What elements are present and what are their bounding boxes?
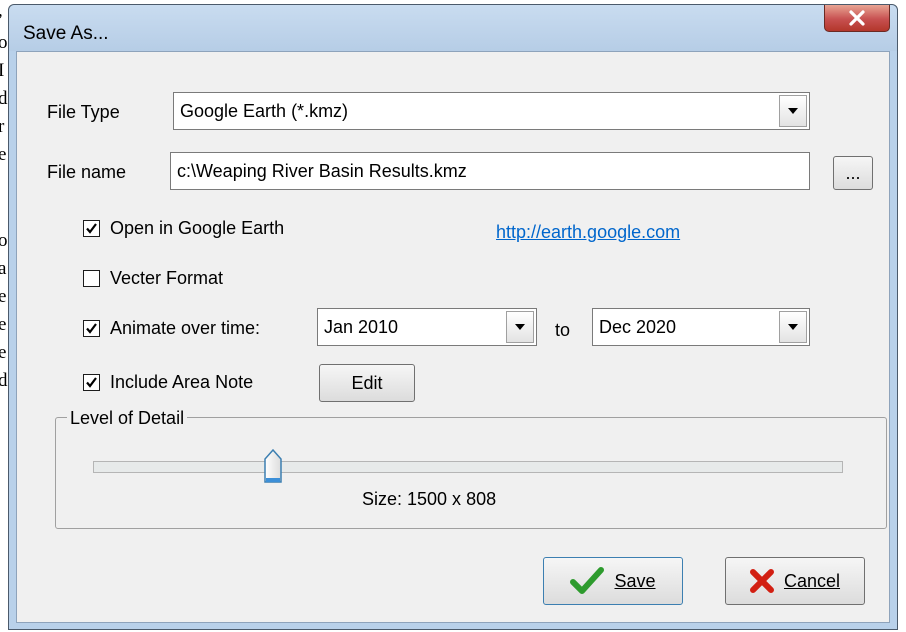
- animate-to-dropdown-button[interactable]: [779, 311, 807, 343]
- file-name-field[interactable]: [170, 152, 810, 190]
- bg-char: d: [0, 370, 8, 391]
- size-text: Size: 1500 x 808: [362, 489, 497, 509]
- bg-char: e: [0, 144, 7, 165]
- checkmark-small-icon: [86, 223, 97, 234]
- file-name-input[interactable]: [171, 153, 809, 189]
- file-name-label: File name: [47, 162, 127, 182]
- bg-char: d: [0, 88, 8, 109]
- level-of-detail-title: Level of Detail: [67, 408, 188, 429]
- animate-to-select[interactable]: Dec 2020: [592, 308, 810, 346]
- chevron-down-icon: [788, 324, 798, 330]
- title-bar[interactable]: Save As...: [9, 5, 897, 51]
- close-button[interactable]: [824, 5, 890, 32]
- checkmark-small-icon: [86, 323, 97, 334]
- bg-char: o: [0, 230, 8, 251]
- save-as-dialog: Save As... File Type Google Earth (*.kmz…: [8, 4, 898, 630]
- dialog-body: File Type Google Earth (*.kmz) File name…: [16, 51, 890, 623]
- include-area-note-checkbox[interactable]: [83, 374, 100, 391]
- cancel-button[interactable]: Cancel: [725, 557, 865, 605]
- to-label: to: [555, 320, 571, 340]
- save-button[interactable]: Save: [543, 557, 683, 605]
- bg-char: o: [0, 32, 8, 53]
- chevron-down-icon: [515, 324, 525, 330]
- bg-char: e: [0, 286, 7, 307]
- chevron-down-icon: [788, 108, 798, 114]
- open-google-earth-label[interactable]: Open in Google Earth: [110, 218, 284, 239]
- bg-char: ,: [0, 0, 3, 22]
- animate-checkbox[interactable]: [83, 320, 100, 337]
- animate-from-value: Jan 2010: [324, 317, 399, 337]
- file-type-label: File Type: [47, 102, 120, 122]
- bg-char: a: [0, 258, 7, 279]
- bg-char: e: [0, 314, 7, 335]
- animate-from-select[interactable]: Jan 2010: [317, 308, 537, 346]
- vecter-format-checkbox[interactable]: [83, 270, 100, 287]
- detail-slider-track[interactable]: [93, 461, 843, 473]
- detail-slider-thumb[interactable]: [263, 449, 283, 485]
- file-type-value: Google Earth (*.kmz): [180, 101, 349, 121]
- animate-from-dropdown-button[interactable]: [506, 311, 534, 343]
- bg-char: r: [0, 116, 5, 137]
- bg-char: e: [0, 342, 7, 363]
- level-of-detail-group: [55, 417, 887, 529]
- save-label: Save: [614, 570, 656, 591]
- animate-to-value: Dec 2020: [599, 317, 677, 337]
- window-title: Save As...: [23, 23, 109, 44]
- google-earth-link[interactable]: http://earth.google.com: [496, 222, 680, 243]
- file-type-select[interactable]: Google Earth (*.kmz): [173, 92, 810, 130]
- checkmark-icon: [570, 567, 605, 594]
- checkmark-small-icon: [86, 377, 97, 388]
- edit-button[interactable]: Edit: [319, 364, 415, 402]
- bg-char: I: [0, 60, 5, 81]
- vecter-format-label[interactable]: Vecter Format: [110, 268, 223, 289]
- include-area-note-label[interactable]: Include Area Note: [110, 372, 253, 393]
- cancel-label: Cancel: [783, 570, 841, 591]
- close-x-icon: [849, 10, 865, 26]
- red-x-icon: [749, 569, 774, 593]
- file-type-dropdown-button[interactable]: [779, 95, 807, 127]
- open-google-earth-checkbox[interactable]: [83, 220, 100, 237]
- browse-button[interactable]: ...: [833, 156, 873, 190]
- animate-label[interactable]: Animate over time:: [110, 318, 260, 339]
